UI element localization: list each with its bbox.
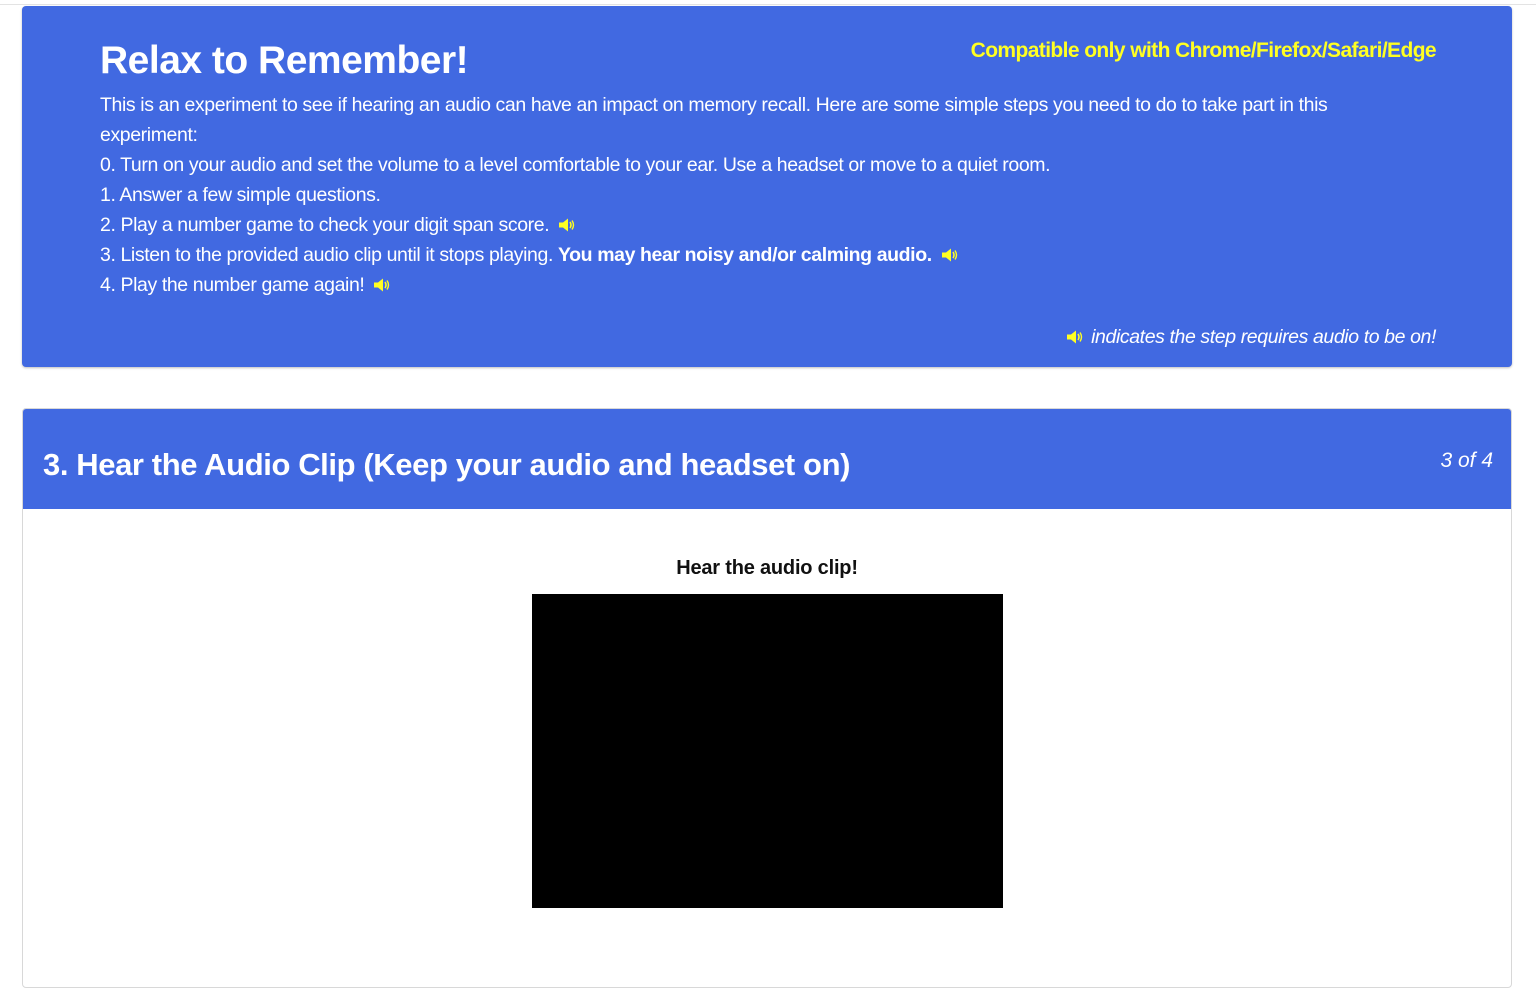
speaker-icon xyxy=(374,278,390,292)
step-item-1: 1. Answer a few simple questions. xyxy=(100,180,1420,210)
step-text: 3. Listen to the provided audio clip unt… xyxy=(100,244,553,266)
step-text: 4. Play the number game again! xyxy=(100,274,365,296)
step-title: 3. Hear the Audio Clip (Keep your audio … xyxy=(43,447,851,482)
step-item-2: 2. Play a number game to check your digi… xyxy=(100,210,1420,240)
intro-body: This is an experiment to see if hearing … xyxy=(100,90,1420,300)
steps-list: 0. Turn on your audio and set the volume… xyxy=(100,150,1420,300)
compatibility-notice: Compatible only with Chrome/Firefox/Safa… xyxy=(970,39,1437,62)
audio-caption: Hear the audio clip! xyxy=(676,557,858,579)
intro-description: This is an experiment to see if hearing … xyxy=(100,94,1328,146)
step-text: 2. Play a number game to check your digi… xyxy=(100,214,550,236)
intro-panel: Relax to Remember! Compatible only with … xyxy=(22,6,1512,367)
step-emphasis: You may hear noisy and/or calming audio. xyxy=(558,244,932,266)
audio-clip-player[interactable] xyxy=(532,594,1003,908)
audio-legend: indicates the step requires audio to be … xyxy=(1066,322,1436,352)
step-counter: 3 of 4 xyxy=(1440,449,1493,472)
step-item-4: 4. Play the number game again! xyxy=(100,270,1420,300)
page-title: Relax to Remember! xyxy=(100,39,469,82)
step-text: 0. Turn on your audio and set the volume… xyxy=(100,154,1051,176)
step-item-3: 3. Listen to the provided audio clip unt… xyxy=(100,240,1420,270)
top-divider xyxy=(0,4,1536,5)
speaker-icon xyxy=(1067,330,1083,344)
step-panel: 3. Hear the Audio Clip (Keep your audio … xyxy=(22,408,1512,988)
step-text: 1. Answer a few simple questions. xyxy=(100,184,381,206)
speaker-icon xyxy=(559,218,575,232)
speaker-icon xyxy=(941,248,957,262)
step-header: 3. Hear the Audio Clip (Keep your audio … xyxy=(23,409,1511,509)
legend-text: indicates the step requires audio to be … xyxy=(1091,326,1436,348)
step-item-0: 0. Turn on your audio and set the volume… xyxy=(100,150,1420,180)
